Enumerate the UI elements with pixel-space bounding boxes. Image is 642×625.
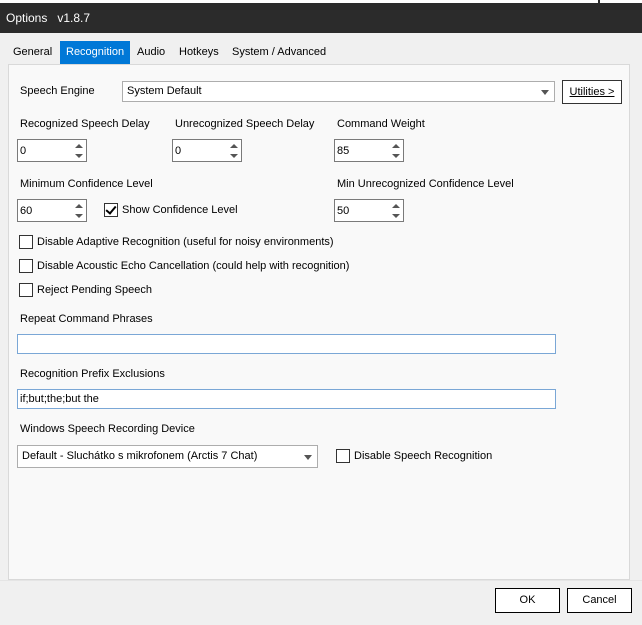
- spin-down-icon[interactable]: [230, 154, 238, 158]
- spin-up-icon[interactable]: [75, 144, 83, 148]
- recognized-delay-value: 0: [20, 145, 27, 157]
- window-title-text: Options: [6, 11, 48, 25]
- spin-up-icon[interactable]: [392, 144, 400, 148]
- chevron-down-icon: [304, 455, 312, 460]
- unrecognized-delay-label: Unrecognized Speech Delay: [175, 118, 315, 130]
- speech-engine-label: Speech Engine: [20, 85, 95, 97]
- spin-up-icon[interactable]: [75, 204, 83, 208]
- disable-echo-cancellation-label: Disable Acoustic Echo Cancellation (coul…: [37, 260, 350, 272]
- tab-recognition[interactable]: Recognition: [60, 41, 131, 65]
- reject-pending-checkbox[interactable]: [19, 283, 33, 297]
- prefix-exclusions-label: Recognition Prefix Exclusions: [20, 368, 165, 380]
- recognized-delay-label: Recognized Speech Delay: [20, 118, 150, 130]
- min-unrecognized-confidence-label: Min Unrecognized Confidence Level: [337, 178, 514, 190]
- unrecognized-delay-value: 0: [175, 145, 182, 157]
- cancel-button-label: Cancel: [582, 594, 617, 606]
- min-confidence-value: 60: [20, 205, 33, 217]
- repeat-phrases-input[interactable]: [17, 334, 556, 354]
- tab-hotkeys[interactable]: Hotkeys: [174, 42, 224, 63]
- spin-up-icon[interactable]: [392, 204, 400, 208]
- chevron-down-icon: [541, 90, 549, 95]
- recording-device-value: Default - Sluchátko s mikrofonem (Arctis…: [22, 450, 258, 462]
- spin-down-icon[interactable]: [392, 214, 400, 218]
- unrecognized-delay-stepper[interactable]: 0: [172, 139, 242, 162]
- tab-system-advanced[interactable]: System / Advanced: [227, 42, 331, 63]
- spin-down-icon[interactable]: [75, 154, 83, 158]
- repeat-phrases-label: Repeat Command Phrases: [20, 313, 153, 325]
- command-weight-value: 85: [337, 145, 350, 157]
- cancel-button[interactable]: Cancel: [567, 588, 632, 613]
- spin-down-icon[interactable]: [75, 214, 83, 218]
- disable-adaptive-label: Disable Adaptive Recognition (useful for…: [37, 236, 334, 248]
- prefix-exclusions-value: if;but;the;but the: [20, 393, 99, 405]
- recording-device-dropdown[interactable]: Default - Sluchátko s mikrofonem (Arctis…: [17, 445, 318, 468]
- title-bar-top-edge: [0, 0, 642, 3]
- title-bar[interactable]: Options v1.8.7: [0, 0, 642, 33]
- command-weight-label: Command Weight: [337, 118, 425, 130]
- window-title: Options v1.8.7: [6, 11, 90, 25]
- show-confidence-label: Show Confidence Level: [122, 204, 238, 216]
- min-unrecognized-confidence-value: 50: [337, 205, 350, 217]
- disable-adaptive-checkbox[interactable]: [19, 235, 33, 249]
- prefix-exclusions-input[interactable]: if;but;the;but the: [17, 389, 556, 409]
- disable-speech-label: Disable Speech Recognition: [354, 450, 493, 462]
- min-unrecognized-confidence-stepper[interactable]: 50: [334, 199, 404, 222]
- spin-down-icon[interactable]: [392, 154, 400, 158]
- min-confidence-stepper[interactable]: 60: [17, 199, 87, 222]
- tab-audio[interactable]: Audio: [132, 42, 170, 63]
- utilities-button-label: Utilities >: [569, 86, 615, 98]
- reject-pending-label: Reject Pending Speech: [37, 284, 152, 296]
- ok-button[interactable]: OK: [495, 588, 560, 613]
- recording-device-label: Windows Speech Recording Device: [20, 423, 195, 435]
- ok-button-label: OK: [519, 594, 536, 606]
- footer-divider: [0, 580, 642, 581]
- command-weight-stepper[interactable]: 85: [334, 139, 404, 162]
- speech-engine-value: System Default: [127, 85, 202, 97]
- recognition-panel: Speech Engine System Default Utilities >…: [8, 64, 630, 580]
- disable-speech-checkbox[interactable]: [336, 449, 350, 463]
- min-confidence-label: Minimum Confidence Level: [20, 178, 153, 190]
- window-version: v1.8.7: [57, 11, 91, 25]
- disable-echo-cancellation-checkbox[interactable]: [19, 259, 33, 273]
- spin-up-icon[interactable]: [230, 144, 238, 148]
- show-confidence-checkbox[interactable]: [104, 203, 118, 217]
- utilities-button[interactable]: Utilities >: [562, 80, 622, 104]
- tab-general[interactable]: General: [8, 42, 57, 63]
- speech-engine-dropdown[interactable]: System Default: [122, 81, 555, 102]
- recognized-delay-stepper[interactable]: 0: [17, 139, 87, 162]
